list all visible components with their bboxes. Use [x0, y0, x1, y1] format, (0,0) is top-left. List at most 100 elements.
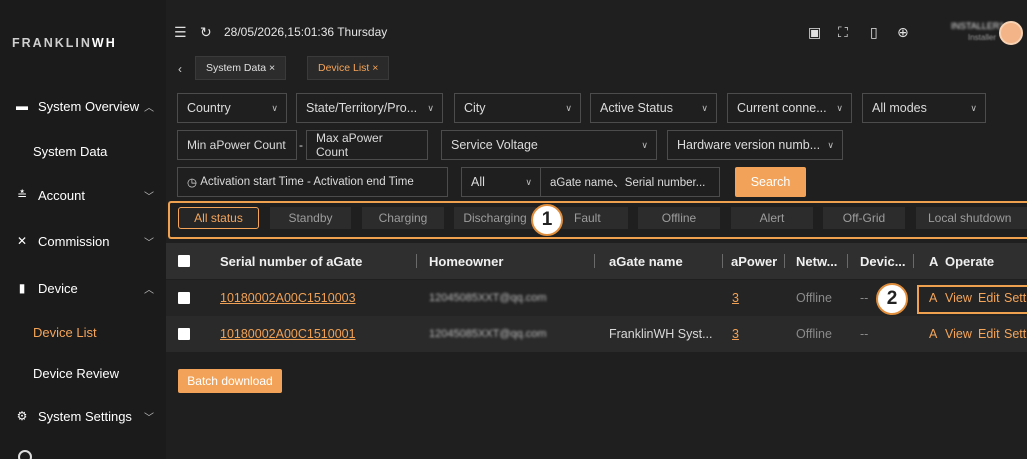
sidebar-item-label: Account — [38, 187, 85, 203]
avatar[interactable] — [999, 21, 1023, 45]
table-header: Serial number of aGate Homeowner aGate n… — [166, 243, 1027, 279]
batch-download-button[interactable]: Batch download — [178, 369, 282, 393]
range-separator: - — [299, 138, 303, 152]
sidebar-item-account[interactable]: ≛ Account ﹀ — [0, 175, 166, 215]
sidebar-item-device-list[interactable]: Device List — [0, 312, 166, 352]
sidebar-item-device[interactable]: ▮ Device ︿ — [0, 268, 166, 308]
sidebar-item-label: System Overview — [38, 98, 140, 114]
sidebar-item-system-data[interactable]: System Data — [0, 131, 166, 171]
status-chip-charging[interactable]: Charging — [362, 207, 444, 229]
operate-highlight — [917, 285, 1027, 314]
top-header: ☰ ↻ 28/05/2026,15:01:36 Thursday ▣ ⛶ ▯ ⊕… — [166, 0, 1027, 56]
chevron-down-icon: ∨ — [427, 102, 434, 113]
status-chip-all[interactable]: All status — [178, 207, 259, 229]
status-chip-standby[interactable]: Standby — [270, 207, 351, 229]
select-all-checkbox[interactable] — [178, 255, 190, 267]
column-header: Homeowner — [429, 253, 504, 269]
search-input[interactable]: aGate name、Serial number... — [540, 167, 720, 197]
globe-icon[interactable]: ⊕ — [897, 24, 909, 41]
city-select[interactable]: City ∨ — [454, 93, 581, 123]
status-chip-off-grid[interactable]: Off-Grid — [823, 207, 905, 229]
state-select[interactable]: State/Territory/Pro... ∨ — [296, 93, 443, 123]
sidebar-item-system-settings[interactable]: ⚙ System Settings ﹀ — [0, 396, 166, 436]
network-status: Offline — [796, 327, 832, 341]
chevron-down-icon: ∨ — [271, 102, 278, 113]
column-header: Serial number of aGate — [220, 253, 363, 269]
sidebar-item-system-overview[interactable]: ▬ System Overview ︿ — [0, 86, 166, 126]
sidebar-item-label: Commission — [38, 233, 110, 249]
tab-device-list[interactable]: Device List × — [307, 56, 390, 80]
apower-link[interactable]: 3 — [732, 280, 739, 316]
sidebar-item-commission[interactable]: ✕ Commission ﹀ — [0, 221, 166, 261]
user-list-icon: ≛ — [16, 188, 28, 202]
status-chip-discharging[interactable]: Discharging — [454, 207, 536, 229]
status-chip-local-shutdown[interactable]: Local shutdown — [916, 207, 1027, 229]
chevron-down-icon: ∨ — [565, 102, 572, 113]
column-header: Netw... — [796, 253, 838, 269]
chevron-down-icon: ﹀ — [144, 237, 154, 249]
gear-icon: ⚙ — [16, 409, 28, 423]
clock-icon: ◷ — [187, 177, 201, 189]
apower-link[interactable]: 3 — [732, 316, 739, 352]
document-icon[interactable]: ▣ — [808, 24, 821, 41]
close-icon[interactable]: × — [372, 62, 378, 74]
callout-1: 1 — [531, 204, 563, 236]
chevron-down-icon: ﹀ — [144, 191, 154, 203]
mobile-icon[interactable]: ▯ — [870, 24, 878, 41]
chevron-up-icon: ︿ — [144, 102, 154, 114]
sidebar-item-label: Device — [38, 280, 78, 296]
country-select[interactable]: Country ∨ — [177, 93, 287, 123]
sidebar-item-label: System Settings — [38, 408, 132, 424]
fullscreen-icon[interactable]: ⛶ — [838, 24, 848, 41]
sidebar: FRANKLINWH ▬ System Overview ︿ System Da… — [0, 0, 166, 459]
max-apower-input[interactable]: Max aPower Count — [306, 130, 428, 160]
status-chip-alert[interactable]: Alert — [731, 207, 813, 229]
all-select[interactable]: All ∨ — [461, 167, 541, 197]
status-chip-offline[interactable]: Offline — [638, 207, 720, 229]
partial-menu-icon — [18, 450, 32, 459]
serial-link[interactable]: 10180002A00C1510001 — [220, 316, 356, 352]
homeowner-email: 12045085XXT@qq.com — [429, 328, 547, 340]
column-header: aPower — [731, 253, 777, 269]
chevron-down-icon: ∨ — [827, 139, 834, 150]
device-status: -- — [860, 327, 869, 341]
modes-select[interactable]: All modes ∨ — [862, 93, 986, 123]
tab-bar: ‹ System Data × Device List × — [166, 54, 1027, 84]
device-status: -- — [860, 291, 869, 305]
tab-system-data[interactable]: System Data × — [195, 56, 287, 80]
chevron-down-icon: ∨ — [836, 102, 843, 113]
datetime: 28/05/2026,15:01:36 Thursday — [224, 25, 388, 39]
column-header: A — [929, 253, 939, 269]
view-link[interactable]: View — [945, 316, 972, 352]
active-status-select[interactable]: Active Status ∨ — [590, 93, 717, 123]
refresh-icon[interactable]: ↻ — [200, 24, 212, 41]
current-connection-select[interactable]: Current conne... ∨ — [727, 93, 852, 123]
sidebar-item-device-review[interactable]: Device Review — [0, 353, 166, 393]
service-voltage-select[interactable]: Service Voltage ∨ — [441, 130, 657, 160]
monitor-icon: ▬ — [16, 99, 28, 113]
chevron-down-icon: ∨ — [641, 139, 648, 150]
collapse-menu-icon[interactable]: ☰ — [174, 24, 187, 41]
agate-name: FranklinWH Syst... — [609, 327, 713, 341]
row-checkbox[interactable] — [178, 292, 190, 304]
franklinwh-logo: FRANKLINWH — [12, 36, 117, 50]
setting-link[interactable]: Setting — [1004, 316, 1027, 352]
serial-link[interactable]: 10180002A00C1510003 — [220, 280, 356, 316]
min-apower-input[interactable]: Min aPower Count — [177, 130, 297, 160]
chevron-down-icon: ∨ — [970, 102, 977, 113]
column-header: Devic... — [860, 253, 906, 269]
search-button[interactable]: Search — [735, 167, 806, 197]
network-status: Offline — [796, 291, 832, 305]
row-checkbox[interactable] — [178, 328, 190, 340]
edit-link[interactable]: Edit — [978, 316, 1000, 352]
close-icon[interactable]: × — [269, 62, 275, 74]
tools-icon: ✕ — [16, 234, 28, 248]
chevron-left-icon[interactable]: ‹ — [172, 58, 188, 80]
chevron-up-icon: ︿ — [144, 284, 154, 296]
table-row[interactable]: 10180002A00C1510001 12045085XXT@qq.com F… — [166, 316, 1027, 352]
a-cell: A — [929, 327, 938, 341]
chevron-down-icon: ∨ — [701, 102, 708, 113]
hardware-version-select[interactable]: Hardware version numb... ∨ — [667, 130, 843, 160]
homeowner-email: 12045085XXT@qq.com — [429, 292, 547, 304]
activation-date-range[interactable]: ◷ Activation start Time - Activation end… — [177, 167, 448, 197]
